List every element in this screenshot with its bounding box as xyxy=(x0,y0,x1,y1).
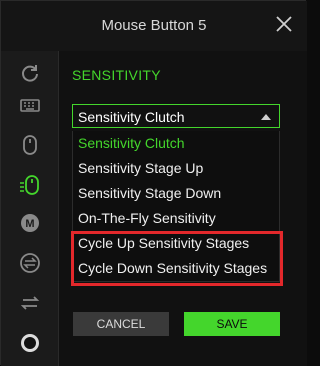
swap-arrows-icon[interactable] xyxy=(11,287,49,319)
window-title: Mouse Button 5 xyxy=(101,17,207,34)
dropdown-option-cycle-up[interactable]: Cycle Up Sensitivity Stages xyxy=(73,231,279,256)
macro-m-icon[interactable]: M xyxy=(11,207,49,239)
switch-profile-icon[interactable] xyxy=(11,247,49,279)
dropdown-selected-value: Sensitivity Clutch xyxy=(78,109,185,125)
main-panel: SENSITIVITY Sensitivity Clutch Sensitivi… xyxy=(59,51,307,366)
chevron-up-icon xyxy=(261,114,271,120)
dropdown-option-on-the-fly[interactable]: On-The-Fly Sensitivity xyxy=(73,206,279,231)
dropdown-option-stage-up[interactable]: Sensitivity Stage Up xyxy=(73,156,279,181)
dropdown-option-sensitivity-clutch[interactable]: Sensitivity Clutch xyxy=(73,131,279,156)
mouse-sensitivity-icon[interactable] xyxy=(11,169,49,201)
dropdown-option-cycle-down[interactable]: Cycle Down Sensitivity Stages xyxy=(73,256,279,281)
close-icon[interactable] xyxy=(273,13,295,35)
dropdown-option-stage-down[interactable]: Sensitivity Stage Down xyxy=(73,181,279,206)
dropdown-options-list: Sensitivity Clutch Sensitivity Stage Up … xyxy=(72,131,280,282)
title-bar: Mouse Button 5 xyxy=(1,1,307,52)
keyboard-icon[interactable] xyxy=(11,89,49,121)
settings-window: Mouse Button 5 M SENSITIVITY Sensitivity… xyxy=(0,0,307,366)
sidebar: M xyxy=(1,51,59,366)
save-button[interactable]: SAVE xyxy=(184,312,280,336)
svg-text:M: M xyxy=(25,218,34,230)
mouse-icon[interactable] xyxy=(11,129,49,161)
cancel-button[interactable]: CANCEL xyxy=(73,312,169,336)
circle-icon[interactable] xyxy=(11,327,49,359)
action-dropdown[interactable]: Sensitivity Clutch xyxy=(72,104,280,128)
section-title: SENSITIVITY xyxy=(72,67,161,83)
refresh-icon[interactable] xyxy=(11,57,49,89)
